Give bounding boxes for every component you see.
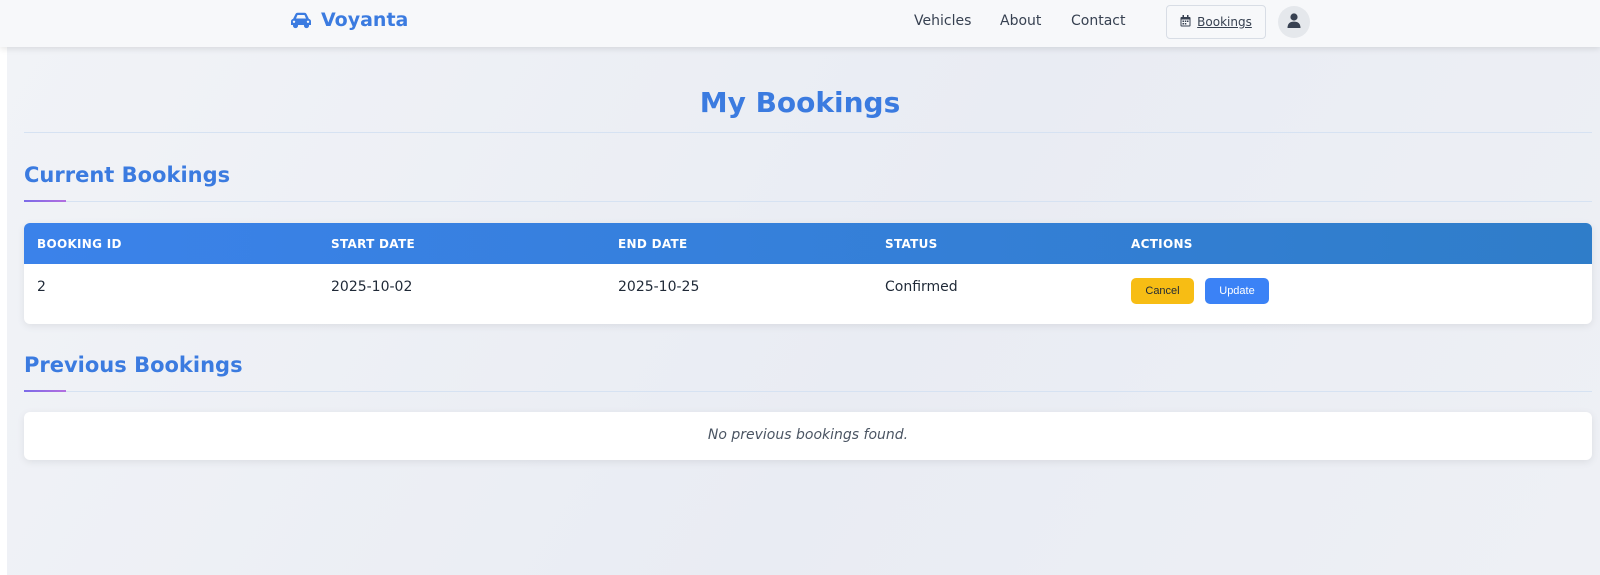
- nav-link-about[interactable]: About: [1000, 13, 1041, 29]
- previous-bookings-divider: [24, 391, 1592, 392]
- title-divider: [24, 132, 1592, 133]
- status-cell: Confirmed: [885, 279, 958, 295]
- table-header: BOOKING ID START DATE END DATE STATUS AC…: [24, 223, 1592, 264]
- column-header-actions: ACTIONS: [1131, 237, 1193, 251]
- previous-bookings-card: No previous bookings found.: [24, 412, 1592, 460]
- empty-state-message: No previous bookings found.: [707, 427, 909, 443]
- previous-bookings-accent: [24, 390, 66, 392]
- page-title: My Bookings: [699, 86, 901, 119]
- start-date-cell: 2025-10-02: [331, 279, 413, 295]
- brand-logo[interactable]: Voyanta: [289, 9, 408, 31]
- current-bookings-table: BOOKING ID START DATE END DATE STATUS AC…: [24, 223, 1592, 324]
- nav-link-vehicles[interactable]: Vehicles: [914, 13, 971, 29]
- column-header-end-date: END DATE: [618, 237, 688, 251]
- end-date-cell: 2025-10-25: [618, 279, 700, 295]
- nav-bookings-label: Bookings: [1197, 15, 1252, 29]
- car-icon: [289, 11, 313, 29]
- current-bookings-accent: [24, 200, 66, 202]
- user-icon: [1287, 12, 1301, 32]
- booking-id-cell: 2: [37, 279, 46, 295]
- top-navbar: Voyanta Vehicles About Contact Bookings: [0, 0, 1600, 47]
- previous-bookings-title: Previous Bookings: [24, 353, 243, 377]
- cancel-booking-button[interactable]: Cancel: [1131, 278, 1194, 304]
- column-header-status: STATUS: [885, 237, 938, 251]
- current-bookings-divider: [24, 201, 1592, 202]
- nav-bookings-button[interactable]: Bookings: [1166, 5, 1266, 39]
- update-booking-button[interactable]: Update: [1205, 278, 1269, 304]
- column-header-booking-id: BOOKING ID: [37, 237, 122, 251]
- column-header-start-date: START DATE: [331, 237, 415, 251]
- calendar-icon: [1180, 14, 1191, 30]
- nav-link-contact[interactable]: Contact: [1071, 13, 1125, 29]
- current-bookings-title: Current Bookings: [24, 163, 231, 187]
- user-avatar-button[interactable]: [1278, 6, 1310, 38]
- left-edge-strip: [0, 47, 7, 575]
- brand-name: Voyanta: [321, 9, 409, 31]
